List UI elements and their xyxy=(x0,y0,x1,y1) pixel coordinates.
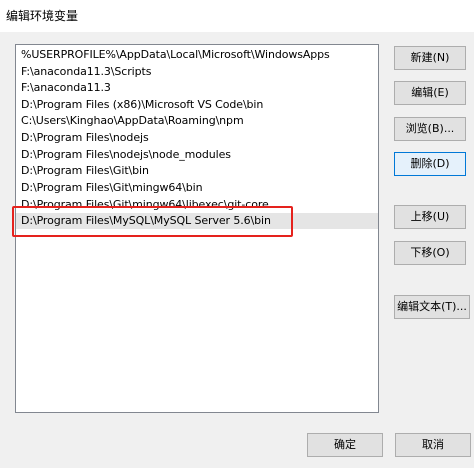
list-item[interactable]: C:\Users\Kinghao\AppData\Roaming\npm xyxy=(16,113,378,129)
browse-button[interactable]: 浏览(B)... xyxy=(394,117,466,141)
list-item[interactable]: D:\Program Files\Git\mingw64\bin xyxy=(16,180,378,196)
cancel-button[interactable]: 取消 xyxy=(395,433,471,457)
list-item[interactable]: %USERPROFILE%\AppData\Local\Microsoft\Wi… xyxy=(16,47,378,63)
list-item[interactable]: D:\Program Files\Git\bin xyxy=(16,163,378,179)
path-list[interactable]: %USERPROFILE%\AppData\Local\Microsoft\Wi… xyxy=(15,44,379,413)
ok-button[interactable]: 确定 xyxy=(307,433,383,457)
list-item[interactable]: F:\anaconda11.3 xyxy=(16,80,378,96)
window-title: 编辑环境变量 xyxy=(6,9,79,23)
list-item[interactable]: D:\Program Files\Git\mingw64\libexec\git… xyxy=(16,197,378,213)
list-item-selected[interactable]: D:\Program Files\MySQL\MySQL Server 5.6\… xyxy=(16,213,378,229)
new-button[interactable]: 新建(N) xyxy=(394,46,466,70)
move-down-button[interactable]: 下移(O) xyxy=(394,241,466,265)
list-item[interactable]: D:\Program Files (x86)\Microsoft VS Code… xyxy=(16,97,378,113)
list-item[interactable]: F:\anaconda11.3\Scripts xyxy=(16,64,378,80)
edit-button[interactable]: 编辑(E) xyxy=(394,81,466,105)
list-item[interactable]: D:\Program Files\nodejs xyxy=(16,130,378,146)
edit-text-button[interactable]: 编辑文本(T)... xyxy=(394,295,470,319)
title-bar: 编辑环境变量 xyxy=(0,0,474,33)
delete-button[interactable]: 删除(D) xyxy=(394,152,466,176)
move-up-button[interactable]: 上移(U) xyxy=(394,205,466,229)
list-item[interactable]: D:\Program Files\nodejs\node_modules xyxy=(16,147,378,163)
